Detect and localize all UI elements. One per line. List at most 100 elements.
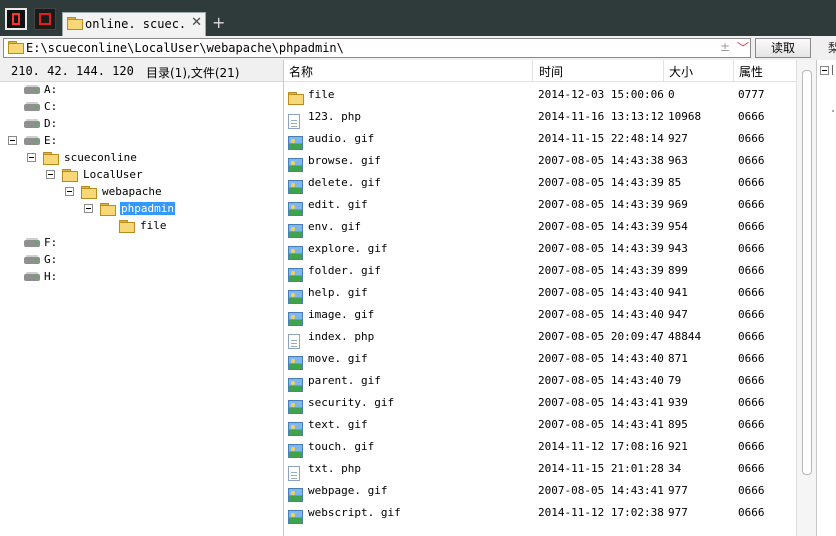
file-row[interactable]: webpage. gif 2007-08-05 14:43:41 977 0666 [284,480,796,502]
file-name: 123. php [308,110,361,123]
column-time[interactable]: 时间 [539,63,563,81]
file-row[interactable]: help. gif 2007-08-05 14:43:40 941 0666 [284,282,796,304]
drive-icon [24,136,40,146]
collapse-icon[interactable] [820,66,829,75]
vertical-scrollbar[interactable] [796,60,817,536]
file-size: 48844 [668,330,702,343]
file-row[interactable]: delete. gif 2007-08-05 14:43:39 85 0666 [284,172,796,194]
file-name: txt. php [308,462,361,475]
column-size[interactable]: 大小 [669,63,693,81]
file-attr: 0666 [738,462,765,475]
file-size: 85 [668,176,682,189]
folder-icon [67,17,83,30]
app-menu-button[interactable] [5,8,27,30]
drive-icon [24,272,40,282]
collapse-icon[interactable] [84,204,93,213]
file-size: 941 [668,286,688,299]
file-row[interactable]: security. gif 2007-08-05 14:43:41 939 0666 [284,392,796,414]
file-size: 921 [668,440,688,453]
path-input[interactable]: E:\scueconline\LocalUser\webapache\phpad… [3,38,751,58]
file-size: 927 [668,132,688,145]
file-name: audio. gif [308,132,375,145]
drive-icon [24,238,40,248]
close-icon[interactable]: ✕ [191,15,202,30]
file-time: 2007-08-05 14:43:39 [538,242,664,255]
drive-icon [24,85,40,95]
file-attr: 0666 [738,154,765,167]
file-name: folder. gif [308,264,381,277]
file-attr: 0666 [738,484,765,497]
edge-label: 梨 [828,41,836,55]
file-row[interactable]: env. gif 2007-08-05 14:43:39 954 0666 [284,216,796,238]
tab-current[interactable]: online. scuec. edu. cn ✕ [62,12,206,36]
file-row[interactable]: txt. php 2014-11-15 21:01:28 34 0666 [284,458,796,481]
file-name: touch. gif [308,440,375,453]
file-attr: 0666 [738,220,765,233]
file-row[interactable]: text. gif 2007-08-05 14:43:41 895 0666 [284,414,796,436]
chevron-down-icon[interactable]: ﹀ [737,39,749,56]
file-attr: 0666 [738,176,765,189]
folder-icon [43,152,59,165]
new-tab-button[interactable]: + [212,13,225,32]
file-time: 2007-08-05 14:43:41 [538,484,664,497]
file-row[interactable]: touch. gif 2014-11-12 17:08:16 921 0666 [284,436,796,458]
file-row[interactable]: webscript. gif 2014-11-12 17:02:38 977 0666 [284,502,796,524]
drive-icon [24,255,40,265]
collapse-icon[interactable] [8,136,17,145]
file-row[interactable]: edit. gif 2007-08-05 14:43:39 969 0666 [284,194,796,216]
column-name[interactable]: 名称 [289,63,313,81]
file-row[interactable]: image. gif 2007-08-05 14:43:40 947 0666 [284,304,796,326]
file-list-header: 名称 时间 大小 属性 [283,60,796,82]
file-time: 2007-08-05 14:43:40 [538,374,664,387]
file-time: 2007-08-05 14:43:40 [538,308,664,321]
file-name: env. gif [308,220,361,233]
open-folder-icon [100,203,116,216]
file-time: 2014-12-03 15:00:06 [538,88,664,101]
file-row[interactable]: index. php 2007-08-05 20:09:47 48844 0666 [284,326,796,349]
read-button[interactable]: 读取 [755,38,811,58]
file-attr: 0666 [738,396,765,409]
file-time: 2007-08-05 14:43:39 [538,176,664,189]
file-row[interactable]: move. gif 2007-08-05 14:43:40 871 0666 [284,348,796,370]
column-attr[interactable]: 属性 [739,63,763,81]
collapse-icon[interactable] [27,153,36,162]
tab-title: online. scuec. edu. cn [85,17,191,31]
file-row[interactable]: parent. gif 2007-08-05 14:43:40 79 0666 [284,370,796,392]
path-text: E:\scueconline\LocalUser\webapache\phpad… [26,41,344,55]
file-name: move. gif [308,352,368,365]
file-time: 2014-11-15 22:48:14 [538,132,664,145]
file-name: help. gif [308,286,368,299]
file-time: 2007-08-05 14:43:41 [538,418,664,431]
file-row[interactable]: file 2014-12-03 15:00:06 0 0777 [284,84,796,106]
screenshot-button[interactable] [34,8,56,30]
file-time: 2014-11-12 17:08:16 [538,440,664,453]
file-size: 963 [668,154,688,167]
right-panel [816,60,836,536]
file-size: 943 [668,242,688,255]
collapse-icon[interactable] [65,187,74,196]
file-name: delete. gif [308,176,381,189]
file-size: 10968 [668,110,702,123]
scrollbar-thumb[interactable] [802,70,812,475]
item-count: 目录(1),文件(21) [146,66,240,80]
file-size: 977 [668,484,688,497]
folder-icon [8,41,24,54]
drive-icon [24,102,40,112]
file-attr: 0666 [738,110,765,123]
file-time: 2007-08-05 14:43:40 [538,286,664,299]
file-time: 2014-11-16 13:13:12 [538,110,664,123]
file-size: 0 [668,88,675,101]
file-attr: 0666 [738,286,765,299]
collapse-icon[interactable] [46,170,55,179]
file-size: 34 [668,462,682,475]
file-row[interactable]: browse. gif 2007-08-05 14:43:38 963 0666 [284,150,796,172]
file-row[interactable]: explore. gif 2007-08-05 14:43:39 943 0666 [284,238,796,260]
file-row[interactable]: 123. php 2014-11-16 13:13:12 10968 0666 [284,106,796,129]
app-logo-icon [12,13,20,25]
file-row[interactable]: folder. gif 2007-08-05 14:43:39 899 0666 [284,260,796,282]
file-name: webscript. gif [308,506,401,519]
file-attr: 0666 [738,242,765,255]
capture-icon [39,13,51,25]
plus-minus-icon[interactable]: ± [720,40,730,54]
file-row[interactable]: audio. gif 2014-11-15 22:48:14 927 0666 [284,128,796,150]
